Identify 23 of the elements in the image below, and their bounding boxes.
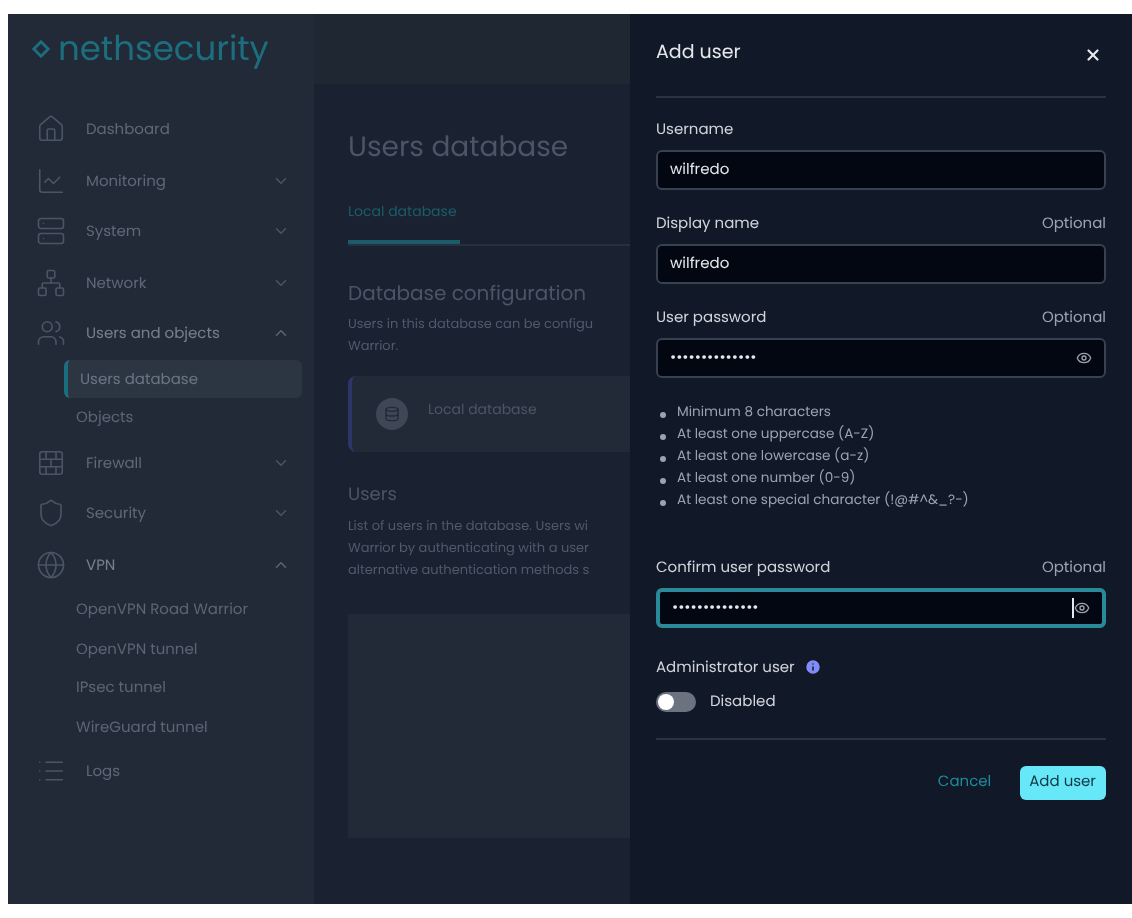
- network-icon: [36, 267, 66, 298]
- chart-icon: [36, 165, 66, 196]
- bullet-icon: [660, 500, 665, 506]
- toggle-switch[interactable]: [656, 691, 696, 712]
- diamond-logo-icon: [32, 40, 50, 58]
- brick-wall-icon: [36, 447, 66, 478]
- server-icon: [36, 216, 66, 247]
- globe-icon: [36, 549, 66, 580]
- database-icon: [376, 397, 408, 429]
- brand-logo: nethsecurity: [58, 32, 269, 66]
- users-icon: [36, 318, 66, 349]
- bullet-icon: [660, 434, 665, 440]
- eye-icon[interactable]: [1074, 600, 1090, 616]
- bullet-icon: [660, 412, 665, 418]
- info-icon[interactable]: [804, 658, 823, 677]
- text-cursor: [1072, 598, 1074, 618]
- drawer-title: Add user: [656, 40, 741, 70]
- bullet-icon: [660, 478, 665, 484]
- bullet-icon: [660, 456, 665, 462]
- close-icon: [1084, 46, 1102, 64]
- eye-icon[interactable]: [1076, 350, 1092, 366]
- shield-icon: [36, 498, 66, 529]
- house-icon: [36, 114, 66, 145]
